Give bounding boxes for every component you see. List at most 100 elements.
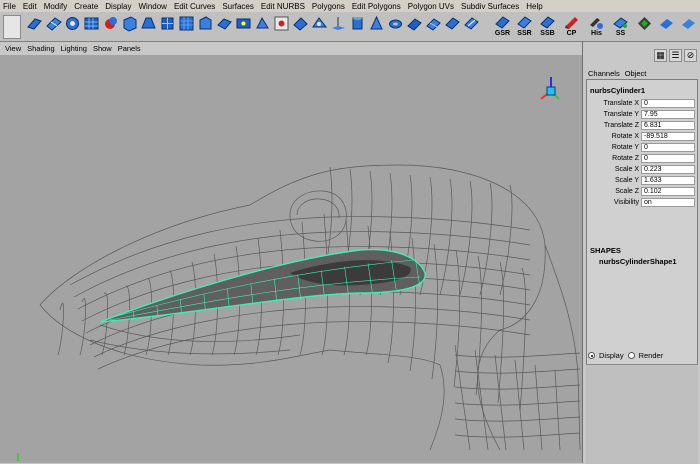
shelf-menu-handle[interactable]	[3, 15, 21, 39]
pin-tool-icon[interactable]	[330, 15, 347, 37]
view-compass[interactable]	[541, 77, 559, 99]
attribute-label[interactable]: Scale Y	[587, 177, 641, 184]
attribute-value-field[interactable]: 0.102	[641, 187, 695, 196]
attribute-value-field[interactable]: 0	[641, 143, 695, 152]
attribute-value-field[interactable]: on	[641, 198, 695, 207]
attribute-label[interactable]: Scale Z	[587, 188, 641, 195]
attribute-label[interactable]: Translate Y	[587, 111, 641, 118]
trim-tool-icon[interactable]	[254, 15, 271, 37]
menu-polygon-uvs[interactable]: Polygon UVs	[408, 2, 454, 11]
menu-edit-polygons[interactable]: Edit Polygons	[352, 2, 401, 11]
boundary-icon[interactable]	[178, 15, 195, 37]
object-menu[interactable]: Object	[625, 69, 647, 78]
cp-label: CP	[561, 30, 582, 37]
grid-plane-icon[interactable]	[83, 15, 100, 37]
ss-icon[interactable]: SS	[612, 15, 629, 37]
attribute-value-field[interactable]: 7.95	[641, 110, 695, 119]
attribute-label[interactable]: Rotate Z	[587, 155, 641, 162]
ssr-icon[interactable]: SSR	[516, 15, 533, 37]
panel-menu-view[interactable]: View	[5, 44, 21, 53]
shelf: GSR SSR SSB CP His SS	[0, 12, 700, 42]
panel-menu-show[interactable]: Show	[93, 44, 112, 53]
attribute-row: Rotate Z0	[587, 153, 697, 164]
reverse-surface-icon[interactable]	[444, 15, 461, 37]
attribute-value-field[interactable]: 0.223	[641, 165, 695, 174]
display-radio[interactable]	[588, 352, 595, 359]
diamond-icon[interactable]	[636, 15, 653, 37]
panel-menubar: View Shading Lighting Show Panels	[0, 42, 582, 55]
gsr-label: GSR	[492, 30, 513, 37]
nurbs-surface-icon[interactable]	[45, 15, 62, 37]
attribute-value-field[interactable]: 1.633	[641, 176, 695, 185]
extrude-icon[interactable]	[197, 15, 214, 37]
scene-canvas[interactable]	[0, 55, 582, 463]
channel-box-layout-icon[interactable]: ☰	[669, 49, 682, 62]
channels-menu[interactable]: Channels	[588, 69, 620, 78]
rebuild-surface-icon[interactable]	[425, 15, 442, 37]
his-label: His	[586, 30, 607, 37]
menu-polygons[interactable]: Polygons	[312, 2, 345, 11]
attribute-value-field[interactable]: -89.518	[641, 132, 695, 141]
attribute-editor-icon[interactable]: ▦	[654, 49, 667, 62]
ssb-icon[interactable]: SSB	[539, 15, 556, 37]
menu-modify[interactable]: Modify	[44, 2, 68, 11]
panel-menu-panels[interactable]: Panels	[118, 44, 141, 53]
menu-display[interactable]: Display	[105, 2, 131, 11]
attribute-label[interactable]: Rotate Y	[587, 144, 641, 151]
menu-window[interactable]: Window	[139, 2, 167, 11]
revolve-icon[interactable]	[102, 15, 119, 37]
torus-icon[interactable]	[387, 15, 404, 37]
ss-label: SS	[610, 30, 631, 37]
side-panel: ▦ ☰ ⊘ Channels Object nurbsCylinder1 Tra…	[584, 42, 700, 463]
ssr-label: SSR	[514, 30, 535, 37]
shelf-extra-icon[interactable]	[680, 15, 697, 37]
loft-icon[interactable]	[140, 15, 157, 37]
attribute-label[interactable]: Scale X	[587, 166, 641, 173]
render-radio[interactable]	[628, 352, 635, 359]
attribute-row: Scale Y1.633	[587, 175, 697, 186]
cone-icon[interactable]	[368, 15, 385, 37]
project-curve-icon[interactable]	[273, 15, 290, 37]
cp-icon[interactable]: CP	[563, 15, 580, 37]
split-surface-icon[interactable]	[292, 15, 309, 37]
history-icon[interactable]: His	[588, 15, 605, 37]
tool-settings-icon[interactable]: ⊘	[684, 49, 697, 62]
panel-menu-lighting[interactable]: Lighting	[61, 44, 87, 53]
selected-beak-cylinder	[100, 250, 425, 322]
cylinder-icon[interactable]	[349, 15, 366, 37]
menu-help[interactable]: Help	[526, 2, 542, 11]
menu-create[interactable]: Create	[74, 2, 98, 11]
attribute-label[interactable]: Translate Z	[587, 122, 641, 129]
bevel-icon[interactable]	[216, 15, 233, 37]
attach-surfaces-icon[interactable]	[235, 15, 252, 37]
attribute-value-field[interactable]: 0	[641, 154, 695, 163]
menu-edit-curves[interactable]: Edit Curves	[174, 2, 215, 11]
attribute-row: Rotate Y0	[587, 142, 697, 153]
gsr-icon[interactable]: GSR	[494, 15, 511, 37]
attribute-value-field[interactable]: 6.831	[641, 121, 695, 130]
attribute-label[interactable]: Translate X	[587, 100, 641, 107]
render-radio-label: Render	[639, 351, 664, 360]
perspective-viewport[interactable]: View Shading Lighting Show Panels	[0, 42, 583, 463]
stitch-edges-icon[interactable]	[463, 15, 480, 37]
menu-file[interactable]: File	[3, 2, 16, 11]
shape-node-name[interactable]: nurbsCylinderShape1	[599, 257, 677, 266]
nurbs-plane-icon[interactable]	[406, 15, 423, 37]
menu-surfaces[interactable]: Surfaces	[222, 2, 254, 11]
channel-box: nurbsCylinder1 Translate X0 Translate Y7…	[586, 79, 698, 383]
menu-edit[interactable]: Edit	[23, 2, 37, 11]
menu-subdiv-surfaces[interactable]: Subdiv Surfaces	[461, 2, 519, 11]
attribute-label[interactable]: Visibility	[587, 199, 641, 206]
shelf-options-icon[interactable]	[658, 15, 675, 37]
circle-target-icon[interactable]	[64, 15, 81, 37]
menu-edit-nurbs[interactable]: Edit NURBS	[261, 2, 305, 11]
surface-patch-icon[interactable]	[159, 15, 176, 37]
attribute-label[interactable]: Rotate X	[587, 133, 641, 140]
attribute-value-field[interactable]: 0	[641, 99, 695, 108]
layer-editor[interactable]	[586, 364, 698, 464]
plane-tool-icon[interactable]	[26, 15, 43, 37]
cube-icon[interactable]	[121, 15, 138, 37]
panel-menu-shading[interactable]: Shading	[27, 44, 55, 53]
object-name[interactable]: nurbsCylinder1	[590, 86, 645, 95]
sculpt-surface-icon[interactable]	[311, 15, 328, 37]
